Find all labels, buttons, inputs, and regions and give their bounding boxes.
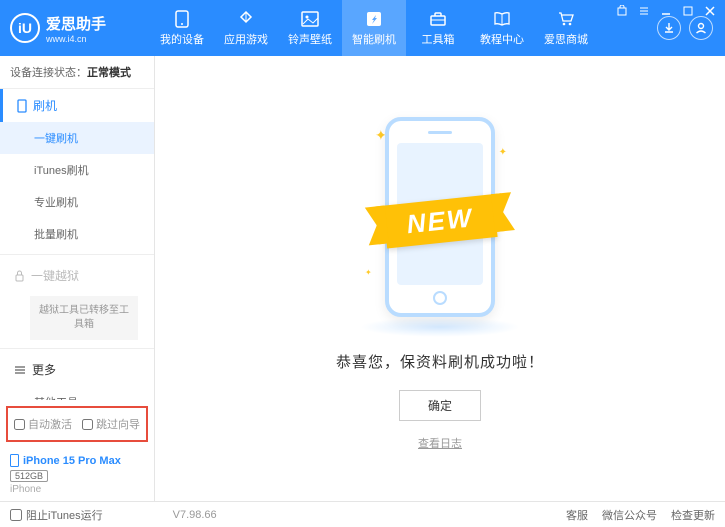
lock-icon [14, 270, 25, 282]
minimize-icon[interactable] [659, 4, 673, 18]
device-type: iPhone [10, 484, 144, 495]
device-name[interactable]: iPhone 15 Pro Max [10, 454, 144, 467]
footer-support[interactable]: 客服 [566, 507, 588, 523]
logo-area: iU 爱思助手 www.i4.cn [0, 13, 150, 44]
toolbox-icon [428, 10, 448, 28]
sidebar-group-jailbreak[interactable]: 一键越狱 [0, 259, 154, 292]
ok-button[interactable]: 确定 [399, 390, 481, 421]
logo-icon: iU [10, 13, 40, 43]
sidebar-item-oneclick-flash[interactable]: 一键刷机 [0, 122, 154, 154]
main-content: ✦ ✦ ✦ NEW 恭喜您，保资料刷机成功啦！ 确定 查看日志 [155, 56, 725, 501]
nav-apps-games[interactable]: 应用游戏 [214, 0, 278, 56]
jailbreak-moved-note: 越狱工具已转移至工具箱 [30, 296, 138, 340]
checkbox-auto-activate[interactable]: 自动激活 [14, 416, 72, 432]
nav-smart-flash[interactable]: 智能刷机 [342, 0, 406, 56]
sidebar-item-pro-flash[interactable]: 专业刷机 [0, 186, 154, 218]
app-url: www.i4.cn [46, 34, 106, 44]
maximize-icon[interactable] [681, 4, 695, 18]
app-name: 爱思助手 [46, 13, 106, 34]
nav-store[interactable]: 爱思商城 [534, 0, 598, 56]
success-illustration: ✦ ✦ ✦ NEW [365, 107, 515, 327]
sidebar: 设备连接状态：正常模式 刷机 一键刷机 iTunes刷机 专业刷机 批量刷机 一… [0, 56, 155, 501]
view-log-link[interactable]: 查看日志 [418, 435, 462, 451]
options-highlight-box: 自动激活 跳过向导 [6, 406, 148, 442]
cart-icon [556, 10, 576, 28]
connection-status: 设备连接状态：正常模式 [0, 56, 154, 89]
phone-icon [172, 10, 192, 28]
footer-check-update[interactable]: 检查更新 [671, 507, 715, 523]
more-icon [14, 365, 26, 375]
download-button[interactable] [657, 16, 681, 40]
device-storage: 512GB [10, 470, 48, 482]
menu-icon[interactable] [637, 4, 651, 18]
sidebar-item-batch-flash[interactable]: 批量刷机 [0, 218, 154, 250]
image-icon [300, 10, 320, 28]
checkbox-block-itunes[interactable]: 阻止iTunes运行 [10, 507, 103, 523]
sidebar-group-more[interactable]: 更多 [0, 353, 154, 386]
book-icon [492, 10, 512, 28]
user-button[interactable] [689, 16, 713, 40]
sidebar-group-flash[interactable]: 刷机 [0, 89, 154, 122]
nav-tutorials[interactable]: 教程中心 [470, 0, 534, 56]
phone-small-icon [17, 99, 27, 113]
footer: 阻止iTunes运行 V7.98.66 客服 微信公众号 检查更新 [0, 501, 725, 527]
nav-toolbox[interactable]: 工具箱 [406, 0, 470, 56]
flash-icon [364, 10, 384, 28]
nav-ringtones[interactable]: 铃声壁纸 [278, 0, 342, 56]
sidebar-item-other-tools[interactable]: 其他工具 [0, 386, 154, 400]
success-message: 恭喜您，保资料刷机成功啦！ [336, 351, 544, 372]
header-right [645, 16, 725, 40]
nav-my-device[interactable]: 我的设备 [150, 0, 214, 56]
version-label: V7.98.66 [173, 509, 217, 521]
checkbox-skip-setup[interactable]: 跳过向导 [82, 416, 140, 432]
footer-wechat[interactable]: 微信公众号 [602, 507, 657, 523]
close-icon[interactable] [703, 4, 717, 18]
sidebar-item-itunes-flash[interactable]: iTunes刷机 [0, 154, 154, 186]
device-info: iPhone 15 Pro Max 512GB iPhone [0, 448, 154, 501]
device-icon [10, 454, 19, 467]
apps-icon [236, 10, 256, 28]
main-nav: 我的设备 应用游戏 铃声壁纸 智能刷机 工具箱 教程中心 爱思商城 [150, 0, 645, 56]
shopping-icon[interactable] [615, 4, 629, 18]
